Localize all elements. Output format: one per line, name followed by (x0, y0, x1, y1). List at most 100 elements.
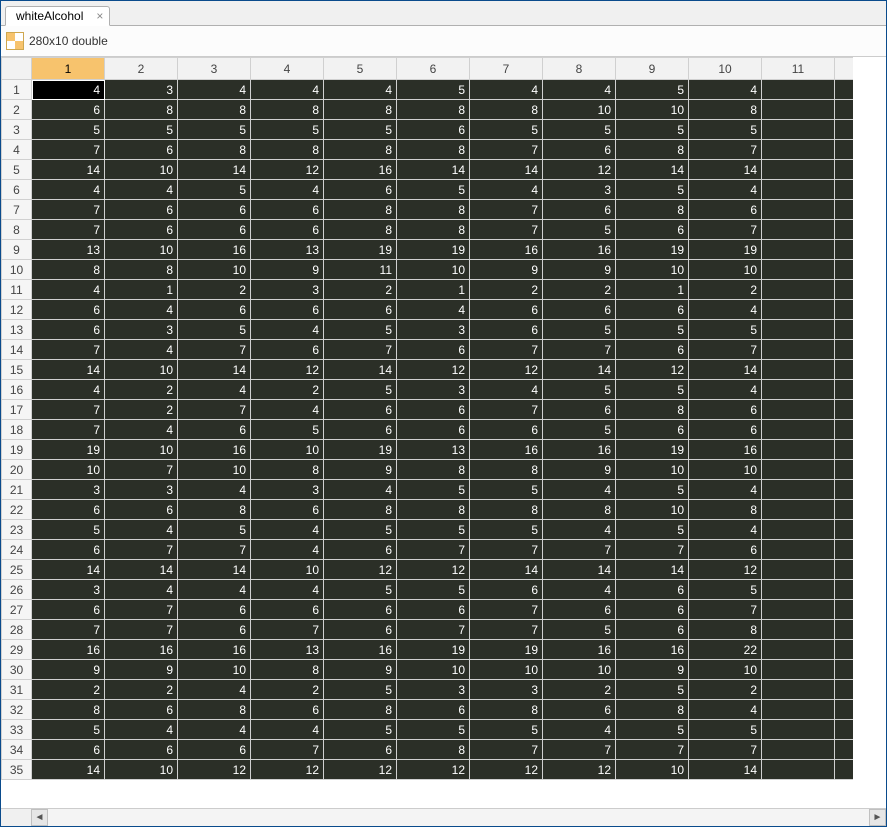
data-cell[interactable]: 7 (689, 340, 762, 360)
data-cell[interactable]: 9 (616, 660, 689, 680)
data-cell[interactable]: 9 (324, 460, 397, 480)
data-cell[interactable]: 4 (32, 180, 105, 200)
data-cell[interactable]: 4 (251, 580, 324, 600)
data-cell[interactable]: 5 (251, 120, 324, 140)
data-cell[interactable]: 4 (470, 80, 543, 100)
data-cell[interactable]: 7 (689, 740, 762, 760)
empty-cell[interactable] (762, 360, 835, 380)
data-cell[interactable]: 6 (105, 200, 178, 220)
data-cell[interactable]: 14 (32, 760, 105, 780)
data-cell[interactable]: 3 (543, 180, 616, 200)
data-cell[interactable]: 4 (324, 80, 397, 100)
data-cell[interactable]: 7 (32, 420, 105, 440)
data-cell[interactable]: 6 (689, 540, 762, 560)
empty-cell[interactable] (762, 480, 835, 500)
data-cell[interactable]: 16 (689, 440, 762, 460)
row-header[interactable]: 6 (2, 180, 32, 200)
empty-cell[interactable] (762, 500, 835, 520)
data-cell[interactable]: 9 (543, 260, 616, 280)
empty-cell[interactable] (762, 120, 835, 140)
data-cell[interactable]: 8 (324, 500, 397, 520)
data-cell[interactable]: 7 (689, 140, 762, 160)
data-cell[interactable]: 8 (689, 620, 762, 640)
data-cell[interactable]: 4 (178, 380, 251, 400)
data-cell[interactable]: 4 (178, 680, 251, 700)
row-header[interactable]: 34 (2, 740, 32, 760)
data-cell[interactable]: 10 (105, 160, 178, 180)
data-cell[interactable]: 5 (397, 80, 470, 100)
data-cell[interactable]: 6 (105, 140, 178, 160)
data-cell[interactable]: 2 (470, 280, 543, 300)
data-cell[interactable]: 2 (543, 680, 616, 700)
data-cell[interactable]: 5 (32, 720, 105, 740)
data-cell[interactable]: 6 (543, 400, 616, 420)
data-cell[interactable]: 5 (397, 720, 470, 740)
data-cell[interactable]: 4 (543, 80, 616, 100)
data-cell[interactable]: 6 (324, 620, 397, 640)
row-header[interactable]: 10 (2, 260, 32, 280)
data-cell[interactable]: 13 (251, 640, 324, 660)
data-cell[interactable]: 16 (543, 440, 616, 460)
data-cell[interactable]: 14 (616, 560, 689, 580)
data-cell[interactable]: 8 (543, 500, 616, 520)
data-cell[interactable]: 8 (470, 100, 543, 120)
data-cell[interactable]: 5 (616, 680, 689, 700)
data-cell[interactable]: 6 (178, 620, 251, 640)
data-cell[interactable]: 6 (105, 220, 178, 240)
data-cell[interactable]: 4 (105, 420, 178, 440)
data-cell[interactable]: 4 (251, 520, 324, 540)
empty-cell[interactable] (762, 300, 835, 320)
data-cell[interactable]: 5 (32, 520, 105, 540)
data-cell[interactable]: 7 (470, 600, 543, 620)
empty-cell[interactable] (762, 380, 835, 400)
tab-whitealcohol[interactable]: whiteAlcohol × (5, 6, 110, 26)
data-cell[interactable]: 14 (178, 360, 251, 380)
data-cell[interactable]: 10 (178, 460, 251, 480)
data-cell[interactable]: 16 (324, 640, 397, 660)
data-cell[interactable]: 5 (470, 720, 543, 740)
data-cell[interactable]: 6 (324, 600, 397, 620)
data-cell[interactable]: 2 (178, 280, 251, 300)
data-cell[interactable]: 5 (397, 180, 470, 200)
data-cell[interactable]: 16 (616, 640, 689, 660)
data-cell[interactable]: 4 (543, 520, 616, 540)
data-cell[interactable]: 10 (543, 660, 616, 680)
data-cell[interactable]: 19 (470, 640, 543, 660)
data-cell[interactable]: 5 (689, 720, 762, 740)
data-cell[interactable]: 14 (32, 160, 105, 180)
data-cell[interactable]: 8 (251, 660, 324, 680)
data-cell[interactable]: 7 (689, 220, 762, 240)
column-header[interactable]: 6 (397, 58, 470, 80)
empty-cell[interactable] (762, 400, 835, 420)
data-cell[interactable]: 16 (470, 240, 543, 260)
empty-cell[interactable] (762, 760, 835, 780)
data-cell[interactable]: 7 (543, 340, 616, 360)
data-cell[interactable]: 5 (324, 380, 397, 400)
data-cell[interactable]: 3 (397, 380, 470, 400)
data-cell[interactable]: 10 (105, 360, 178, 380)
data-cell[interactable]: 12 (178, 760, 251, 780)
data-cell[interactable]: 14 (32, 360, 105, 380)
data-cell[interactable]: 10 (616, 100, 689, 120)
data-cell[interactable]: 8 (32, 700, 105, 720)
data-cell[interactable]: 7 (470, 740, 543, 760)
row-header[interactable]: 4 (2, 140, 32, 160)
row-header[interactable]: 18 (2, 420, 32, 440)
empty-cell[interactable] (762, 680, 835, 700)
data-cell[interactable]: 7 (32, 140, 105, 160)
data-cell[interactable]: 14 (543, 360, 616, 380)
data-cell[interactable]: 12 (251, 360, 324, 380)
data-cell[interactable]: 7 (616, 540, 689, 560)
data-cell[interactable]: 4 (105, 180, 178, 200)
data-cell[interactable]: 6 (178, 420, 251, 440)
empty-cell[interactable] (762, 660, 835, 680)
data-cell[interactable]: 9 (105, 660, 178, 680)
data-cell[interactable]: 10 (616, 760, 689, 780)
data-cell[interactable]: 5 (616, 120, 689, 140)
data-cell[interactable]: 5 (543, 620, 616, 640)
data-cell[interactable]: 6 (178, 600, 251, 620)
data-cell[interactable]: 19 (324, 240, 397, 260)
data-cell[interactable]: 5 (251, 420, 324, 440)
column-header[interactable]: 9 (616, 58, 689, 80)
data-cell[interactable]: 6 (178, 740, 251, 760)
